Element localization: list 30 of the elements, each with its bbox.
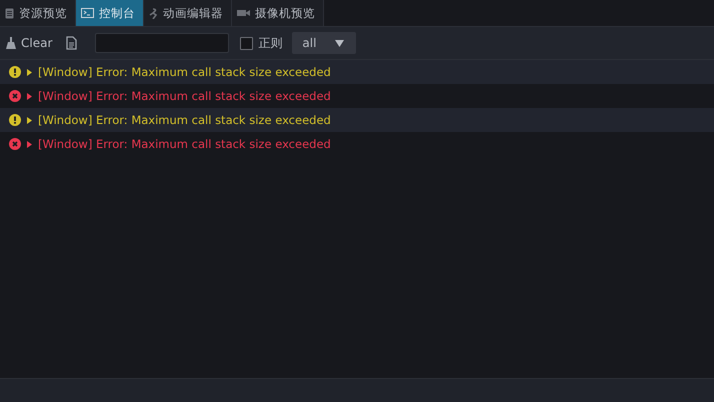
error-icon xyxy=(9,138,21,150)
log-message: [Window] Error: Maximum call stack size exceeded xyxy=(38,137,331,151)
broom-icon xyxy=(6,37,16,49)
warning-icon xyxy=(9,114,21,126)
warning-icon xyxy=(9,66,21,78)
expand-arrow-icon[interactable] xyxy=(27,92,32,100)
expand-arrow-icon[interactable] xyxy=(27,140,32,148)
document-icon xyxy=(5,8,14,18)
log-message: [Window] Error: Maximum call stack size exceeded xyxy=(38,65,331,79)
log-entry[interactable]: [Window] Error: Maximum call stack size exceeded xyxy=(0,108,714,132)
log-entry[interactable]: [Window] Error: Maximum call stack size exceeded xyxy=(0,60,714,84)
filter-input-field[interactable] xyxy=(95,33,230,53)
running-figure-icon xyxy=(149,8,158,18)
regex-label: 正则 xyxy=(258,34,282,52)
log-message: [Window] Error: Maximum call stack size exceeded xyxy=(38,113,331,127)
panel-tab[interactable]: 控制台 xyxy=(76,0,144,26)
expand-arrow-icon[interactable] xyxy=(27,116,32,124)
regex-checkbox[interactable] xyxy=(240,36,254,50)
log-file-icon[interactable] xyxy=(66,36,78,50)
clear-button[interactable]: Clear xyxy=(6,36,52,50)
panel-tab[interactable]: 摄像机预览 xyxy=(232,0,324,26)
panel-tab[interactable]: 动画编辑器 xyxy=(144,0,232,26)
log-message: [Window] Error: Maximum call stack size exceeded xyxy=(38,89,331,103)
panel-tab[interactable]: 资源预览 xyxy=(0,0,76,26)
log-level-dropdown[interactable]: all xyxy=(292,32,356,54)
dropdown-caret-icon xyxy=(335,40,344,46)
error-icon xyxy=(9,90,21,102)
camera-icon xyxy=(237,9,250,17)
expand-arrow-icon[interactable] xyxy=(27,68,32,76)
terminal-icon xyxy=(81,8,94,18)
